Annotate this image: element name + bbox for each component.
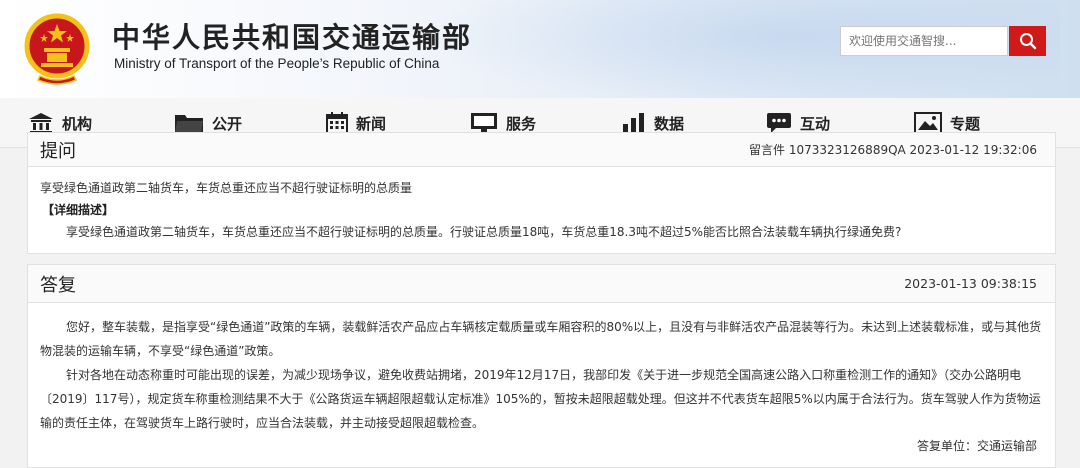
search-input[interactable] (840, 26, 1008, 56)
answer-paragraph: 针对各地在动态称重时可能出现的误差，为减少现场争议，避免收费站拥堵，2019年1… (40, 368, 1041, 430)
answer-date: 2023-01-13 09:38:15 (904, 276, 1037, 291)
answer-body: 您好，整车装载，是指享受“绿色通道”政策的车辆，装载鲜活农产品应占车辆核定载质量… (40, 315, 1045, 435)
image-icon (914, 112, 942, 134)
question-detail: 享受绿色通道政第二轴货车，车货总重还应当不超行驶证标明的总质量。行驶证总质量18… (66, 225, 902, 239)
nav-label-data: 数据 (654, 114, 685, 133)
chat-icon (766, 112, 792, 134)
institution-icon (28, 112, 54, 134)
bar-chart-icon (622, 112, 646, 134)
calendar-icon (326, 112, 348, 134)
question-panel-header: 提问 留言件 1073323126889QA 2023-01-12 19:32:… (28, 133, 1055, 167)
nav-label-public: 公开 (212, 114, 243, 133)
folder-icon (174, 112, 204, 134)
question-title: 享受绿色通道政第二轴货车，车货总重还应当不超行驶证标明的总质量 (40, 181, 413, 195)
answer-paragraph: 您好，整车装载，是指享受“绿色通道”政策的车辆，装载鲜活农产品应占车辆核定载质量… (40, 320, 1042, 358)
search-icon (1019, 33, 1036, 50)
question-panel: 提问 留言件 1073323126889QA 2023-01-12 19:32:… (27, 132, 1056, 254)
nav-label-interact: 互动 (800, 114, 831, 133)
nav-label-institution: 机构 (62, 114, 93, 133)
site-title: 中华人民共和国交通运输部 (112, 21, 473, 54)
nav-label-topics: 专题 (950, 114, 981, 133)
question-header-title: 提问 (40, 141, 76, 162)
site-header: 中华人民共和国交通运输部 Ministry of Transport of th… (0, 0, 1080, 98)
nav-label-news: 新闻 (356, 114, 387, 133)
search-button[interactable] (1009, 26, 1046, 56)
question-meta: 留言件 1073323126889QA 2023-01-12 19:32:06 (749, 143, 1037, 157)
answer-panel: 答复 2023-01-13 09:38:15 您好，整车装载，是指享受“绿色通道… (27, 264, 1056, 468)
site-subtitle: Ministry of Transport of the People’s Re… (114, 56, 440, 71)
answer-header-title: 答复 (40, 275, 76, 296)
answer-panel-header: 答复 2023-01-13 09:38:15 (28, 265, 1055, 303)
answer-signature: 答复单位：交通运输部 (916, 439, 1037, 453)
detail-label: 【详细描述】 (42, 203, 115, 217)
monitor-icon (470, 112, 498, 134)
national-emblem-icon[interactable] (22, 10, 92, 86)
nav-label-service: 服务 (506, 114, 537, 133)
